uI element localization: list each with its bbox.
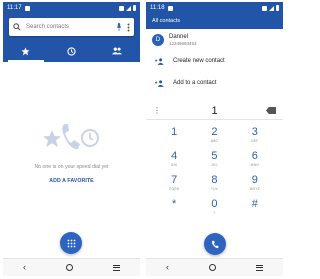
status-bar: 11:17 bbox=[3, 2, 140, 14]
header-title: All contacts bbox=[152, 18, 181, 24]
status-bar: 11:18 bbox=[146, 2, 283, 14]
contact-suggestion[interactable]: D Dannel 12345693453 bbox=[146, 30, 283, 50]
people-icon bbox=[112, 47, 123, 55]
key-5[interactable]: 5 JKL bbox=[194, 148, 234, 170]
navigation-bar: ‹ bbox=[3, 258, 140, 276]
tab-recents[interactable] bbox=[49, 40, 95, 62]
create-new-contact-button[interactable]: Create new contact bbox=[146, 50, 283, 72]
call-button[interactable] bbox=[204, 233, 226, 255]
key-letters: DEF bbox=[251, 139, 259, 143]
key-letters: JKL bbox=[211, 163, 218, 167]
key-digit: 8 bbox=[211, 174, 218, 186]
key-digit: # bbox=[251, 198, 258, 211]
back-icon[interactable]: ‹ bbox=[23, 263, 26, 272]
speed-dial-illustration-icon bbox=[43, 124, 99, 150]
battery-icon bbox=[276, 5, 279, 11]
key-6[interactable]: 6 MNO bbox=[235, 148, 275, 170]
key-3[interactable]: 3 DEF bbox=[235, 124, 275, 146]
key-2[interactable]: 2 ABC bbox=[194, 124, 234, 146]
avatar: D bbox=[152, 34, 164, 46]
empty-state-message: No one is on your speed dial yet bbox=[34, 164, 109, 170]
digits-display: ⋮ 1 bbox=[146, 102, 283, 120]
key-digit: 5 bbox=[211, 150, 218, 162]
search-bar[interactable]: Search contacts bbox=[9, 18, 134, 36]
phone-screen-favorites: 11:17 Search contacts No one is on your … bbox=[3, 2, 140, 276]
key-digit: 6 bbox=[251, 150, 258, 162]
keypad: 1 2 ABC 3 DEF 4 GHI 5 JKL 6 MNO 7 PQRS 8… bbox=[146, 120, 283, 218]
phone-icon bbox=[211, 240, 219, 248]
add-favorite-button[interactable]: ADD A FAVORITE bbox=[3, 178, 140, 184]
key-4[interactable]: 4 GHI bbox=[154, 148, 194, 170]
action-label: Create new contact bbox=[173, 58, 225, 64]
dialpad-icon bbox=[67, 239, 75, 247]
key-1[interactable]: 1 bbox=[154, 124, 194, 146]
microphone-icon[interactable] bbox=[116, 23, 122, 31]
key-letters: MNO bbox=[250, 163, 259, 167]
tab-favorites[interactable] bbox=[3, 40, 49, 62]
key-hash[interactable]: # bbox=[235, 196, 275, 218]
key-digit: 1 bbox=[171, 126, 178, 139]
home-icon[interactable] bbox=[209, 264, 216, 271]
home-icon[interactable] bbox=[66, 264, 73, 271]
key-digit: 2 bbox=[211, 126, 218, 138]
phone-screen-dialer: 11:18 All contacts D Dannel 12345693453 … bbox=[146, 2, 283, 276]
notification-icon bbox=[167, 5, 173, 11]
search-icon bbox=[13, 23, 21, 31]
search-input[interactable]: Search contacts bbox=[26, 24, 111, 30]
key-digit: 4 bbox=[171, 150, 178, 162]
key-9[interactable]: 9 WXYZ bbox=[235, 172, 275, 194]
key-0[interactable]: 0 + bbox=[194, 196, 234, 218]
key-digit: 3 bbox=[251, 126, 258, 138]
more-options-icon[interactable] bbox=[127, 23, 130, 32]
battery-icon bbox=[133, 5, 136, 11]
star-icon bbox=[21, 46, 30, 55]
app-bar: Search contacts bbox=[3, 14, 140, 62]
add-person-icon bbox=[155, 57, 164, 65]
more-options-icon[interactable]: ⋮ bbox=[153, 106, 163, 115]
key-digit: 0 bbox=[211, 198, 218, 210]
key-letters: GHI bbox=[170, 163, 178, 167]
add-to-contact-button[interactable]: Add to a contact bbox=[146, 72, 283, 94]
navigation-bar: ‹ bbox=[146, 258, 283, 276]
contact-name: Dannel bbox=[169, 34, 189, 40]
tab-contacts[interactable] bbox=[94, 40, 140, 62]
backspace-icon[interactable] bbox=[266, 107, 276, 114]
key-letters: PQRS bbox=[169, 187, 180, 191]
wifi-icon bbox=[119, 5, 124, 11]
speed-dial-empty-state: No one is on your speed dial yet ADD A F… bbox=[3, 62, 140, 258]
clock-icon bbox=[67, 46, 76, 56]
key-digit: 9 bbox=[251, 174, 258, 186]
key-digit: 7 bbox=[171, 174, 178, 186]
status-time: 11:17 bbox=[7, 5, 22, 11]
key-letters: TUV bbox=[210, 187, 219, 191]
menu-icon[interactable] bbox=[256, 264, 263, 271]
back-icon[interactable]: ‹ bbox=[166, 263, 169, 272]
add-person-icon bbox=[155, 79, 164, 87]
status-time: 11:18 bbox=[150, 5, 165, 11]
key-7[interactable]: 7 PQRS bbox=[154, 172, 194, 194]
dialpad-fab[interactable] bbox=[60, 232, 82, 254]
key-digit: * bbox=[172, 198, 177, 211]
key-letters: + bbox=[213, 211, 216, 215]
tab-bar bbox=[3, 40, 140, 62]
key-8[interactable]: 8 TUV bbox=[194, 172, 234, 194]
wifi-icon bbox=[262, 5, 267, 11]
notification-icon bbox=[24, 5, 30, 11]
typed-number[interactable]: 1 bbox=[163, 105, 266, 117]
key-letters: WXYZ bbox=[249, 187, 260, 191]
menu-icon[interactable] bbox=[113, 264, 120, 271]
key-letters: ABC bbox=[210, 139, 219, 143]
contact-number: 12345693453 bbox=[169, 41, 197, 46]
action-label: Add to a contact bbox=[173, 80, 217, 86]
contacts-header: All contacts bbox=[146, 14, 283, 29]
signal-icon bbox=[126, 5, 131, 11]
signal-icon bbox=[269, 5, 274, 11]
key-star[interactable]: * bbox=[154, 196, 194, 218]
